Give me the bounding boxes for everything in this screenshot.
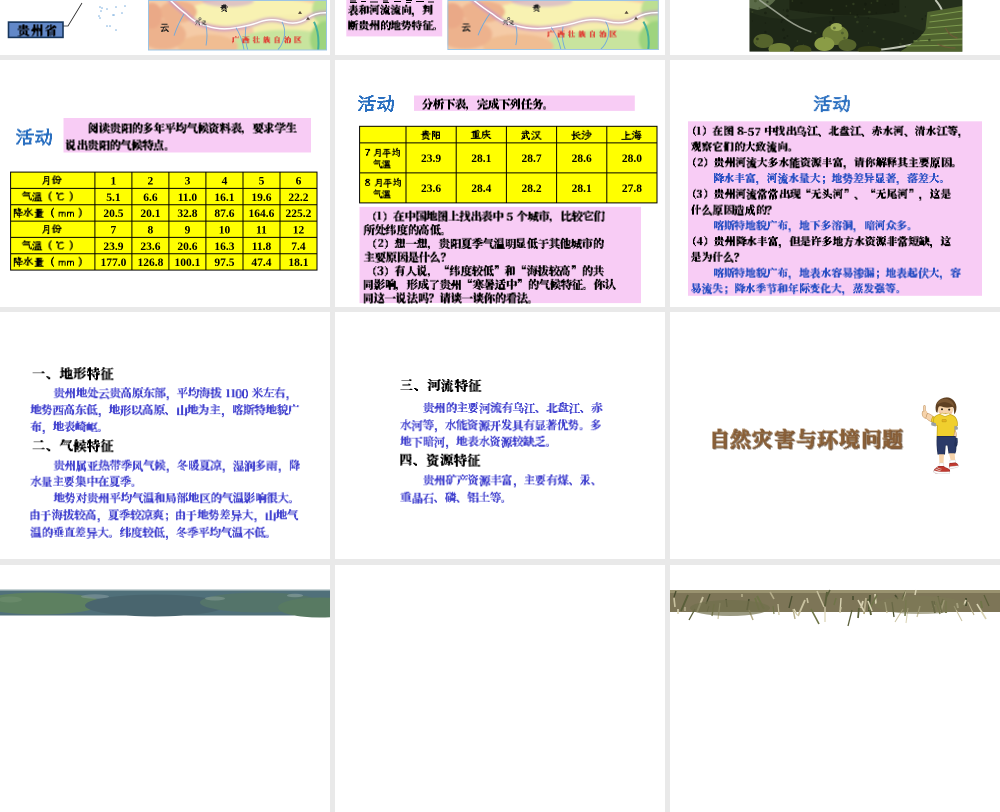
svg-text:19.6: 19.6 — [251, 191, 271, 203]
svg-text:28.4: 28.4 — [471, 183, 491, 195]
svg-text:11.8: 11.8 — [252, 240, 272, 252]
svg-text:20.1: 20.1 — [140, 208, 160, 220]
svg-text:126.8: 126.8 — [137, 257, 163, 269]
svg-text:2: 2 — [148, 175, 154, 187]
svg-text:28.7: 28.7 — [521, 153, 541, 165]
svg-text:47.4: 47.4 — [251, 257, 271, 269]
svg-text:20.6: 20.6 — [177, 240, 197, 252]
svg-text:23.9: 23.9 — [421, 153, 441, 165]
svg-text:23.6: 23.6 — [421, 183, 441, 195]
svg-text:28.1: 28.1 — [471, 153, 491, 165]
svg-text:10: 10 — [219, 224, 231, 236]
svg-text:32.8: 32.8 — [177, 208, 197, 220]
svg-text:28.2: 28.2 — [521, 183, 541, 195]
svg-text:1: 1 — [111, 175, 117, 187]
svg-text:11: 11 — [256, 224, 267, 236]
svg-text:23.6: 23.6 — [140, 240, 160, 252]
svg-text:164.6: 164.6 — [249, 208, 275, 220]
svg-text:28.1: 28.1 — [572, 183, 592, 195]
svg-text:4: 4 — [222, 175, 228, 187]
svg-text:9: 9 — [185, 224, 191, 236]
svg-text:27.8: 27.8 — [622, 183, 642, 195]
svg-text:225.2: 225.2 — [286, 208, 312, 220]
svg-text:5.1: 5.1 — [106, 191, 121, 203]
svg-text:28.0: 28.0 — [622, 153, 642, 165]
svg-text:6.6: 6.6 — [143, 191, 158, 203]
svg-text:177.0: 177.0 — [100, 257, 126, 269]
svg-text:5: 5 — [259, 175, 265, 187]
svg-text:7: 7 — [111, 224, 117, 236]
svg-text:16.1: 16.1 — [214, 191, 234, 203]
svg-text:7.4: 7.4 — [291, 240, 306, 252]
svg-text:28.6: 28.6 — [572, 153, 592, 165]
svg-text:16.3: 16.3 — [214, 240, 234, 252]
svg-text:87.6: 87.6 — [214, 208, 234, 220]
svg-text:18.1: 18.1 — [288, 257, 308, 269]
svg-text:6: 6 — [296, 175, 302, 187]
svg-text:20.5: 20.5 — [103, 208, 123, 220]
svg-text:22.2: 22.2 — [288, 191, 308, 203]
svg-text:12: 12 — [293, 224, 305, 236]
svg-text:97.5: 97.5 — [214, 257, 234, 269]
svg-text:8: 8 — [148, 224, 154, 236]
svg-text:23.9: 23.9 — [103, 240, 123, 252]
svg-text:3: 3 — [185, 175, 191, 187]
svg-text:11.0: 11.0 — [178, 191, 198, 203]
svg-text:100.1: 100.1 — [175, 257, 201, 269]
